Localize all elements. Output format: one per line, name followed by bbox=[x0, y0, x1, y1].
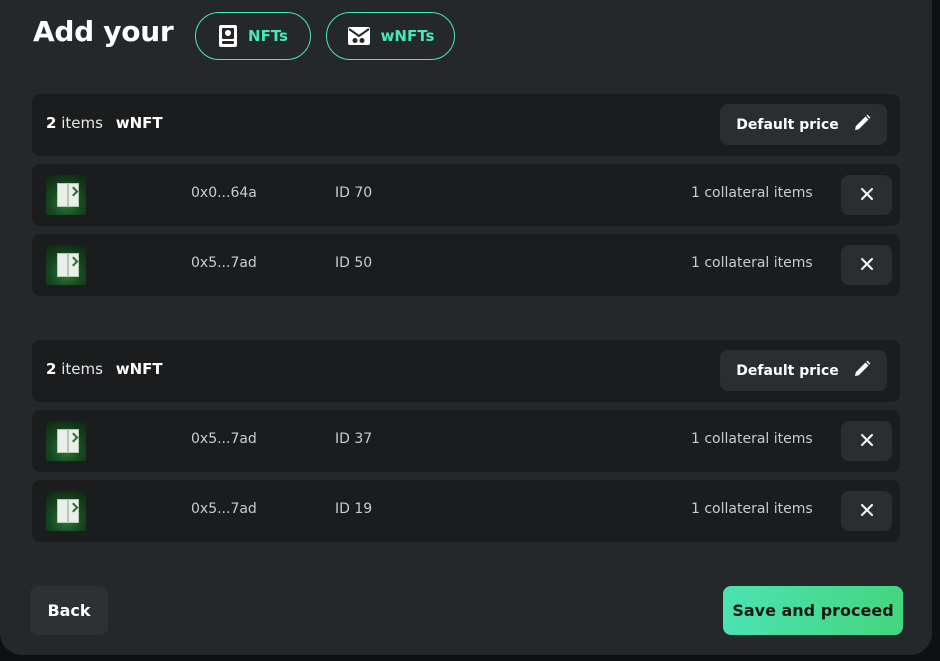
token-id: ID 70 bbox=[335, 185, 373, 201]
close-icon bbox=[860, 502, 874, 521]
add-items-panel: Add your NFTs wNFTs 2 items wNFT Default… bbox=[0, 0, 932, 655]
save-and-proceed-button[interactable]: Save and proceed bbox=[723, 586, 903, 635]
group-header: 2 items wNFT Default price bbox=[32, 94, 900, 156]
collateral-count: 1 collateral items bbox=[691, 255, 813, 271]
default-price-label: Default price bbox=[736, 362, 839, 379]
nft-thumbnail bbox=[46, 421, 86, 461]
token-id: ID 19 bbox=[335, 501, 373, 517]
close-icon bbox=[860, 432, 874, 451]
table-row: 0x5...7ad ID 37 1 collateral items bbox=[32, 410, 900, 472]
remove-button[interactable] bbox=[841, 245, 892, 285]
default-price-button[interactable]: Default price bbox=[720, 104, 887, 145]
default-price-button[interactable]: Default price bbox=[720, 350, 887, 391]
tab-wnfts[interactable]: wNFTs bbox=[326, 12, 455, 60]
token-id: ID 37 bbox=[335, 431, 373, 447]
collateral-count: 1 collateral items bbox=[691, 431, 813, 447]
table-row: 0x5...7ad ID 50 1 collateral items bbox=[32, 234, 900, 296]
contract-address: 0x5...7ad bbox=[191, 431, 257, 447]
pencil-icon bbox=[853, 360, 871, 382]
nft-thumbnail bbox=[46, 175, 86, 215]
nft-thumbnail bbox=[46, 491, 86, 531]
wnft-group: 2 items wNFT Default price 0x5...7ad ID … bbox=[32, 340, 900, 542]
close-icon bbox=[860, 186, 874, 205]
group-count: 2 items wNFT bbox=[46, 360, 163, 378]
nft-thumbnail bbox=[46, 245, 86, 285]
item-count: 2 bbox=[46, 114, 57, 132]
table-row: 0x5...7ad ID 19 1 collateral items bbox=[32, 480, 900, 542]
group-header: 2 items wNFT Default price bbox=[32, 340, 900, 402]
back-button[interactable]: Back bbox=[30, 586, 108, 635]
collateral-count: 1 collateral items bbox=[691, 501, 813, 517]
tab-wnfts-label: wNFTs bbox=[380, 27, 435, 45]
contract-address: 0x0...64a bbox=[191, 185, 257, 201]
close-icon bbox=[860, 256, 874, 275]
remove-button[interactable] bbox=[841, 175, 892, 215]
nft-card-icon bbox=[218, 24, 238, 48]
group-count: 2 items wNFT bbox=[46, 114, 163, 132]
pencil-icon bbox=[853, 114, 871, 136]
remove-button[interactable] bbox=[841, 421, 892, 461]
table-row: 0x0...64a ID 70 1 collateral items bbox=[32, 164, 900, 226]
item-count: 2 bbox=[46, 360, 57, 378]
remove-button[interactable] bbox=[841, 491, 892, 531]
item-kind: wNFT bbox=[115, 360, 163, 378]
wnft-envelope-icon bbox=[347, 26, 371, 46]
collateral-count: 1 collateral items bbox=[691, 185, 813, 201]
page-title: Add your bbox=[33, 15, 174, 48]
contract-address: 0x5...7ad bbox=[191, 255, 257, 271]
item-kind: wNFT bbox=[115, 114, 163, 132]
wnft-group: 2 items wNFT Default price 0x0...64a ID … bbox=[32, 94, 900, 296]
item-count-suffix: items bbox=[61, 360, 103, 378]
tab-nfts-label: NFTs bbox=[248, 27, 288, 45]
item-count-suffix: items bbox=[61, 114, 103, 132]
tab-nfts[interactable]: NFTs bbox=[195, 12, 311, 60]
token-id: ID 50 bbox=[335, 255, 373, 271]
default-price-label: Default price bbox=[736, 116, 839, 133]
contract-address: 0x5...7ad bbox=[191, 501, 257, 517]
